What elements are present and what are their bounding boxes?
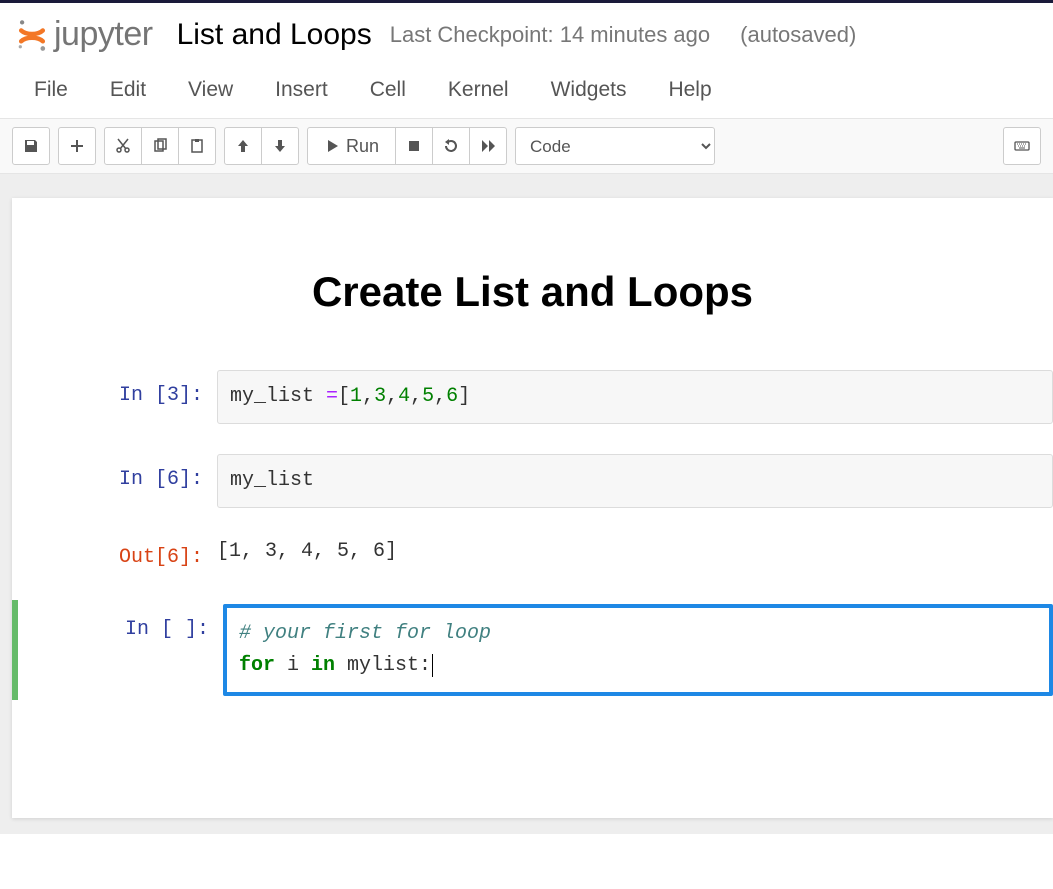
stop-button[interactable] bbox=[395, 127, 433, 165]
run-button-label: Run bbox=[346, 136, 379, 157]
notebook-title: Create List and Loops bbox=[12, 268, 1053, 316]
menu-file[interactable]: File bbox=[34, 78, 68, 102]
play-icon bbox=[324, 138, 340, 154]
copy-button[interactable] bbox=[141, 127, 179, 165]
add-icon bbox=[69, 138, 85, 154]
cell-input[interactable]: my_list =[1,3,4,5,6] bbox=[217, 370, 1053, 424]
move-down-button[interactable] bbox=[261, 127, 299, 165]
jupyter-logo[interactable]: jupyter bbox=[14, 15, 153, 54]
menu-edit[interactable]: Edit bbox=[110, 78, 146, 102]
top-header: jupyter List and Loops Last Checkpoint: … bbox=[0, 0, 1053, 70]
menu-help[interactable]: Help bbox=[668, 78, 711, 102]
menu-view[interactable]: View bbox=[188, 78, 233, 102]
autosaved-text: (autosaved) bbox=[740, 22, 856, 48]
move-group bbox=[224, 127, 299, 165]
in-prompt: In [ ]: bbox=[18, 604, 223, 646]
celltype-select[interactable]: CodeMarkdownRaw NBConvertHeading bbox=[515, 127, 715, 165]
code-cell[interactable]: In [3]:my_list =[1,3,4,5,6] bbox=[12, 366, 1053, 428]
menu-cell[interactable]: Cell bbox=[370, 78, 406, 102]
menu-kernel[interactable]: Kernel bbox=[448, 78, 509, 102]
command-palette-button[interactable] bbox=[1003, 127, 1041, 165]
code-cell[interactable]: In [ ]:# your first for loop for i in my… bbox=[12, 600, 1053, 700]
cut-icon bbox=[115, 138, 131, 154]
notebook-name[interactable]: List and Loops bbox=[177, 18, 372, 52]
in-prompt: In [6]: bbox=[12, 454, 217, 496]
save-icon bbox=[23, 138, 39, 154]
cut-button[interactable] bbox=[104, 127, 142, 165]
restart-button[interactable] bbox=[432, 127, 470, 165]
menu-insert[interactable]: Insert bbox=[275, 78, 328, 102]
keyboard-icon bbox=[1014, 138, 1030, 154]
paste-icon bbox=[189, 138, 205, 154]
arrow-up-icon bbox=[235, 138, 251, 154]
clipboard-group bbox=[104, 127, 216, 165]
cell-input[interactable]: my_list bbox=[217, 454, 1053, 508]
cell-input[interactable]: # your first for loop for i in mylist: bbox=[223, 604, 1053, 696]
output-row: Out[6]:[1, 3, 4, 5, 6] bbox=[12, 528, 1053, 578]
fast-forward-icon bbox=[480, 138, 496, 154]
menubar: File Edit View Insert Cell Kernel Widget… bbox=[0, 70, 1053, 119]
run-group: Run bbox=[307, 127, 507, 165]
checkpoint-text: Last Checkpoint: 14 minutes ago bbox=[390, 22, 710, 48]
out-prompt: Out[6]: bbox=[12, 532, 217, 574]
arrow-down-icon bbox=[272, 138, 288, 154]
stop-icon bbox=[406, 138, 422, 154]
cells-area: In [3]:my_list =[1,3,4,5,6]In [6]:my_lis… bbox=[12, 366, 1053, 700]
notebook-container: Create List and Loops In [3]:my_list =[1… bbox=[0, 174, 1053, 834]
jupyter-logo-icon bbox=[14, 17, 50, 53]
in-prompt: In [3]: bbox=[12, 370, 217, 412]
save-button[interactable] bbox=[12, 127, 50, 165]
jupyter-logo-text: jupyter bbox=[54, 15, 153, 54]
menu-widgets[interactable]: Widgets bbox=[551, 78, 627, 102]
move-up-button[interactable] bbox=[224, 127, 262, 165]
notebook-paper: Create List and Loops In [3]:my_list =[1… bbox=[12, 198, 1053, 818]
cell-output: [1, 3, 4, 5, 6] bbox=[217, 532, 1053, 568]
paste-button[interactable] bbox=[178, 127, 216, 165]
run-all-button[interactable] bbox=[469, 127, 507, 165]
toolbar: Run CodeMarkdownRaw NBConvertHeading bbox=[0, 119, 1053, 174]
code-cell[interactable]: In [6]:my_list bbox=[12, 450, 1053, 512]
add-cell-button[interactable] bbox=[58, 127, 96, 165]
restart-icon bbox=[443, 138, 459, 154]
run-button[interactable]: Run bbox=[307, 127, 396, 165]
copy-icon bbox=[152, 138, 168, 154]
